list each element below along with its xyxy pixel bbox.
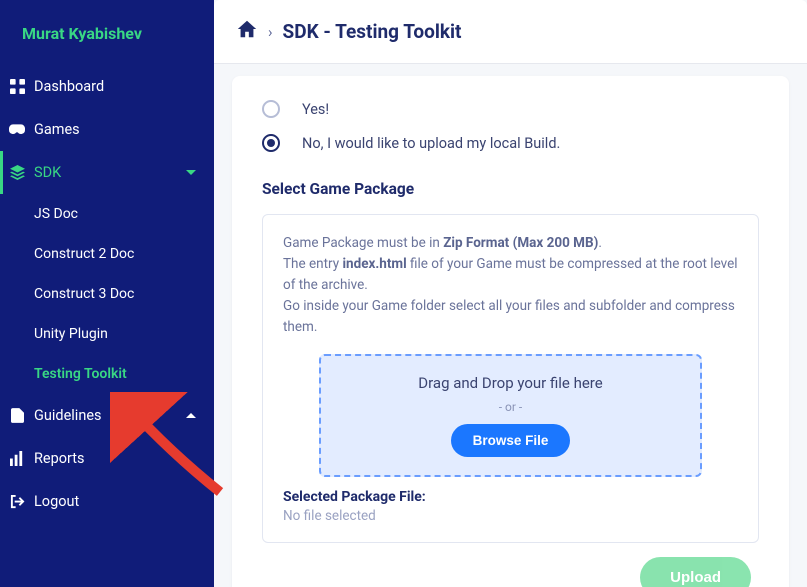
layers-icon xyxy=(0,165,34,180)
browse-file-button[interactable]: Browse File xyxy=(451,424,571,457)
content: Yes! No, I would like to upload my local… xyxy=(214,64,807,587)
home-icon[interactable] xyxy=(236,18,258,45)
sidebar-item-logout[interactable]: Logout xyxy=(0,480,214,523)
sidebar-item-games[interactable]: Games xyxy=(0,108,214,151)
dropzone-title: Drag and Drop your file here xyxy=(339,374,682,392)
document-icon xyxy=(0,408,34,423)
help-text: Game Package must be in Zip Format (Max … xyxy=(283,233,738,338)
form-card: Yes! No, I would like to upload my local… xyxy=(232,76,789,587)
chevron-up-icon xyxy=(186,413,196,418)
grid-icon xyxy=(0,79,34,94)
sidebar-sub-testing-toolkit[interactable]: Testing Toolkit xyxy=(0,354,214,394)
upload-button[interactable]: Upload xyxy=(640,557,751,587)
sidebar-item-guidelines[interactable]: Guidelines xyxy=(0,394,214,437)
user-name: Murat Kyabishev xyxy=(0,0,214,65)
page-title: SDK - Testing Toolkit xyxy=(283,20,462,43)
sidebar-item-label: Reports xyxy=(34,450,85,467)
sidebar-sub-construct3[interactable]: Construct 3 Doc xyxy=(0,274,214,314)
sidebar-sub-jsdoc[interactable]: JS Doc xyxy=(0,194,214,234)
radio-label: No, I would like to upload my local Buil… xyxy=(302,135,560,152)
sidebar-item-sdk[interactable]: SDK xyxy=(0,151,214,194)
radio-unchecked-icon[interactable] xyxy=(262,100,280,118)
sidebar-sub-unity[interactable]: Unity Plugin xyxy=(0,314,214,354)
section-title: Select Game Package xyxy=(262,180,759,198)
chevron-down-icon xyxy=(186,170,196,175)
radio-checked-icon[interactable] xyxy=(262,134,280,152)
main: › SDK - Testing Toolkit Yes! No, I would… xyxy=(214,0,807,587)
sidebar-item-reports[interactable]: Reports xyxy=(0,437,214,480)
radio-label: Yes! xyxy=(302,101,329,118)
chart-icon xyxy=(0,451,34,466)
sidebar-item-label: Games xyxy=(34,121,80,138)
nav: Dashboard Games SDK JS Doc Construct 2 D… xyxy=(0,65,214,587)
sidebar-sub-construct2[interactable]: Construct 2 Doc xyxy=(0,234,214,274)
sidebar-item-label: Logout xyxy=(34,493,79,510)
radio-no-row[interactable]: No, I would like to upload my local Buil… xyxy=(262,134,759,152)
gamepad-icon xyxy=(0,124,34,136)
dropzone[interactable]: Drag and Drop your file here - or - Brow… xyxy=(319,354,702,477)
package-box: Game Package must be in Zip Format (Max … xyxy=(262,214,759,543)
logout-icon xyxy=(0,494,34,509)
sidebar-item-dashboard[interactable]: Dashboard xyxy=(0,65,214,108)
sidebar-item-label: Guidelines xyxy=(34,407,102,424)
radio-yes-row[interactable]: Yes! xyxy=(262,100,759,118)
sidebar-item-label: SDK xyxy=(34,164,61,181)
dropzone-or: - or - xyxy=(339,400,682,414)
breadcrumb: › SDK - Testing Toolkit xyxy=(214,0,807,64)
sidebar-item-label: Dashboard xyxy=(34,78,104,95)
selected-file-label: Selected Package File: xyxy=(283,489,738,505)
breadcrumb-separator: › xyxy=(268,23,273,41)
sidebar: Murat Kyabishev Dashboard Games SDK JS D… xyxy=(0,0,214,587)
selected-file-value: No file selected xyxy=(283,508,738,524)
